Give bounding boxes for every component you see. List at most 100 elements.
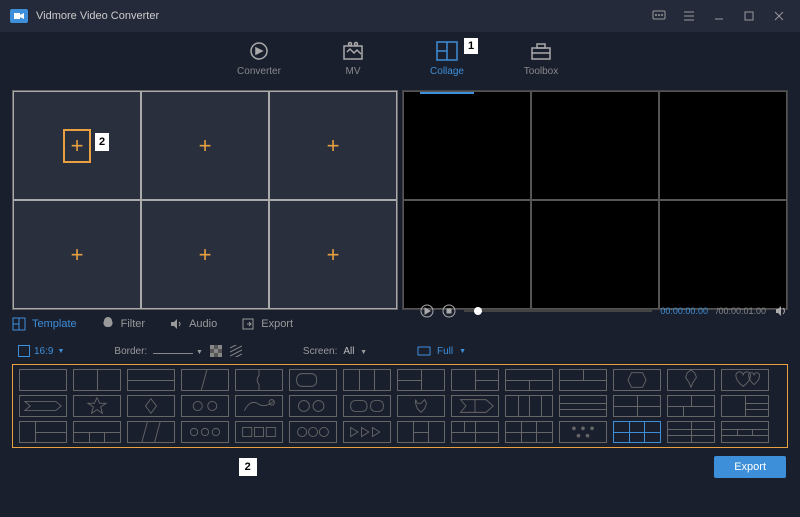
template-item[interactable] xyxy=(667,369,715,391)
template-item[interactable] xyxy=(559,369,607,391)
template-item[interactable] xyxy=(181,369,229,391)
template-item[interactable] xyxy=(505,421,553,443)
slider-thumb[interactable] xyxy=(474,307,482,315)
template-item[interactable] xyxy=(289,395,337,417)
sub-tabs: Template Filter Audio Export 00:00:00.00… xyxy=(0,310,800,338)
subtab-label: Template xyxy=(32,318,77,330)
template-item[interactable] xyxy=(613,395,661,417)
collage-cell[interactable]: + 2 xyxy=(13,91,141,200)
tab-label: MV xyxy=(346,66,361,77)
add-icon: + xyxy=(199,133,212,159)
tab-toolbox[interactable]: Toolbox xyxy=(514,40,568,90)
maximize-button[interactable] xyxy=(738,5,760,27)
subtab-template[interactable]: Template xyxy=(12,317,77,331)
template-item[interactable] xyxy=(721,421,769,443)
toolbox-icon xyxy=(530,40,552,62)
template-item[interactable] xyxy=(289,369,337,391)
template-item[interactable] xyxy=(127,369,175,391)
stop-button[interactable] xyxy=(442,304,456,318)
tab-mv[interactable]: MV xyxy=(326,40,380,90)
template-item[interactable] xyxy=(451,369,499,391)
collage-cell[interactable]: + xyxy=(141,200,269,309)
collage-cell[interactable]: + xyxy=(13,200,141,309)
step-badge-1: 1 xyxy=(464,38,478,54)
template-item[interactable] xyxy=(559,395,607,417)
template-item[interactable] xyxy=(181,421,229,443)
add-icon: + xyxy=(327,242,340,268)
template-item[interactable] xyxy=(397,369,445,391)
menu-icon[interactable] xyxy=(678,5,700,27)
border-group: Border: ▼ xyxy=(114,344,243,358)
template-item[interactable] xyxy=(667,395,715,417)
template-item[interactable] xyxy=(505,369,553,391)
template-item[interactable] xyxy=(559,421,607,443)
template-item[interactable] xyxy=(235,395,283,417)
template-item[interactable] xyxy=(451,421,499,443)
play-button[interactable] xyxy=(420,304,434,318)
template-item[interactable] xyxy=(19,369,67,391)
template-item[interactable] xyxy=(73,395,121,417)
template-item[interactable] xyxy=(397,395,445,417)
template-item[interactable] xyxy=(73,421,121,443)
screen-dropdown[interactable]: All ▼ xyxy=(343,346,367,357)
tab-label: Converter xyxy=(237,66,281,77)
subtab-filter[interactable]: Filter xyxy=(101,317,145,331)
template-row xyxy=(19,395,781,417)
filter-icon xyxy=(101,317,115,331)
template-item[interactable] xyxy=(127,395,175,417)
template-item[interactable] xyxy=(19,421,67,443)
tab-collage[interactable]: Collage 1 xyxy=(420,40,474,90)
template-item[interactable] xyxy=(343,369,391,391)
aspect-value: 16:9 xyxy=(34,346,53,357)
aspect-ratio-dropdown[interactable]: 16:9 ▼ xyxy=(18,345,64,357)
template-item[interactable] xyxy=(235,369,283,391)
footer: 2 Export xyxy=(0,448,800,486)
subtab-label: Export xyxy=(261,318,293,330)
subtab-label: Audio xyxy=(189,318,217,330)
collage-cell[interactable]: + xyxy=(141,91,269,200)
export-button[interactable]: Export xyxy=(714,456,786,478)
time-current: 00:00:00.00 xyxy=(660,306,708,316)
template-item[interactable] xyxy=(343,395,391,417)
template-item[interactable] xyxy=(181,395,229,417)
template-item[interactable] xyxy=(127,421,175,443)
template-item[interactable] xyxy=(721,395,769,417)
progress-slider[interactable] xyxy=(464,310,652,312)
preview-cell xyxy=(403,200,531,309)
preview-cell xyxy=(659,91,787,200)
template-item[interactable] xyxy=(235,421,283,443)
template-item[interactable] xyxy=(343,421,391,443)
template-item[interactable] xyxy=(289,421,337,443)
template-item[interactable] xyxy=(613,369,661,391)
template-item[interactable] xyxy=(667,421,715,443)
subtab-export[interactable]: Export xyxy=(241,317,293,331)
template-item[interactable] xyxy=(505,395,553,417)
subtab-audio[interactable]: Audio xyxy=(169,317,217,331)
chat-icon[interactable] xyxy=(648,5,670,27)
aspect-icon xyxy=(18,345,30,357)
template-item[interactable] xyxy=(721,369,769,391)
full-dropdown[interactable]: Full ▼ xyxy=(417,346,466,357)
template-item[interactable] xyxy=(73,369,121,391)
collage-cell[interactable]: + xyxy=(269,91,397,200)
screen-group: Screen: All ▼ xyxy=(303,346,367,357)
template-item[interactable] xyxy=(451,395,499,417)
color-picker-button[interactable] xyxy=(209,344,223,358)
time-total: /00:00:01.00 xyxy=(716,306,766,316)
close-button[interactable] xyxy=(768,5,790,27)
volume-icon[interactable] xyxy=(774,304,788,318)
tab-label: Collage xyxy=(430,66,464,77)
step-badge-footer: 2 xyxy=(239,458,257,476)
step-badge-2: 2 xyxy=(95,133,109,151)
audio-icon xyxy=(169,317,183,331)
add-icon: + xyxy=(71,242,84,268)
pattern-button[interactable] xyxy=(229,344,243,358)
tab-converter[interactable]: Converter xyxy=(232,40,286,90)
template-item[interactable] xyxy=(397,421,445,443)
template-item-selected[interactable] xyxy=(613,421,661,443)
minimize-button[interactable] xyxy=(708,5,730,27)
nav-tabs: Converter MV Collage 1 Toolbox xyxy=(0,32,800,90)
border-style-dropdown[interactable]: ▼ xyxy=(153,346,203,357)
collage-cell[interactable]: + xyxy=(269,200,397,309)
template-item[interactable] xyxy=(19,395,67,417)
